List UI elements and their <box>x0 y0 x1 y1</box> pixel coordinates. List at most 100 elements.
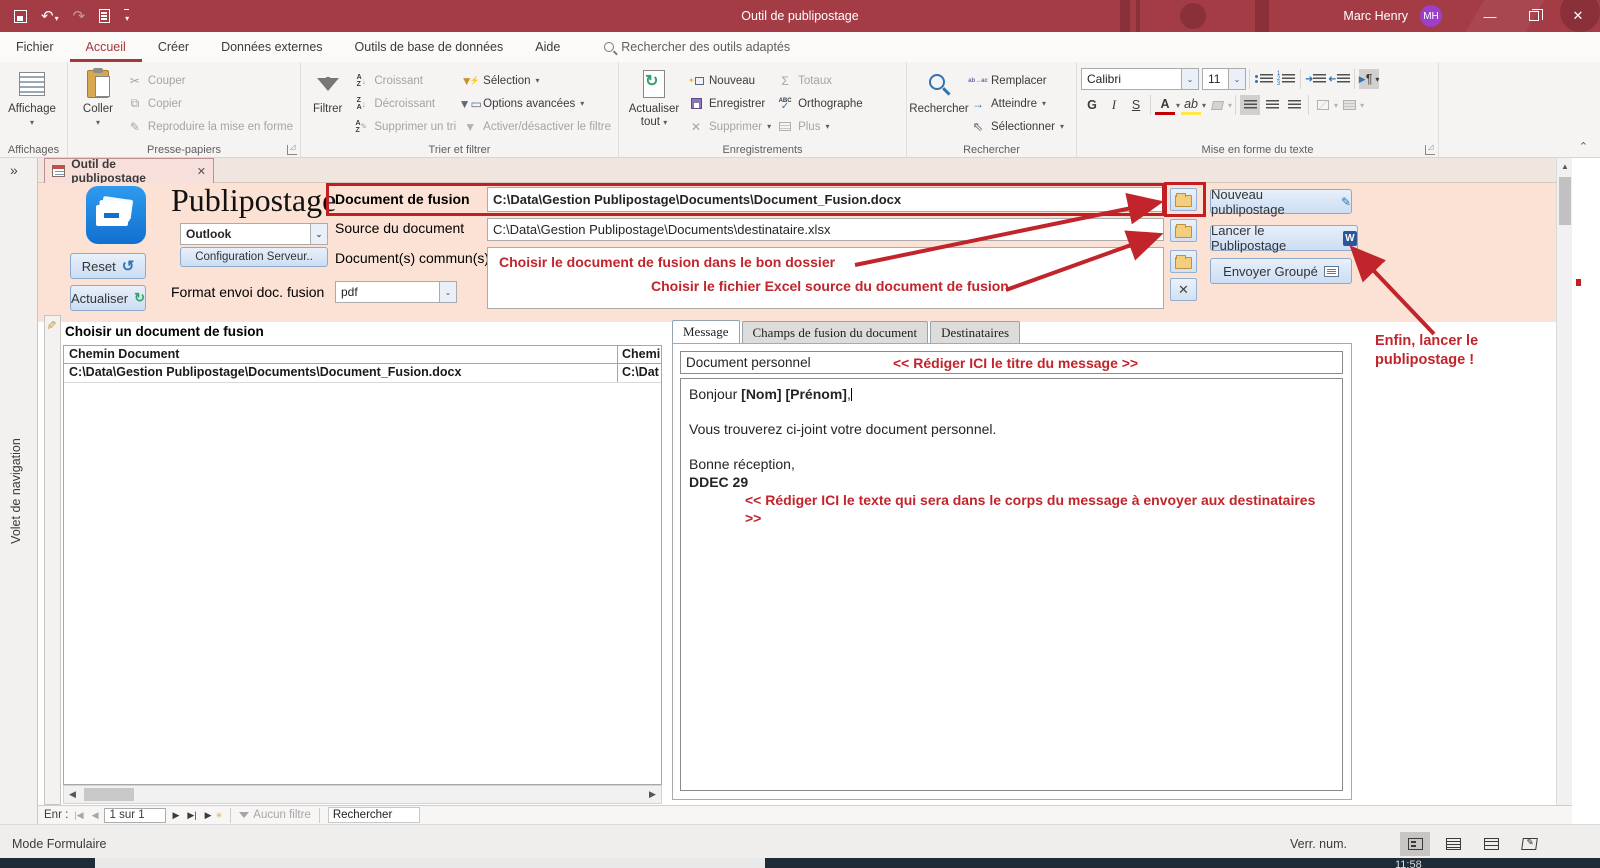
tell-me-search[interactable]: Rechercher des outils adaptés <box>604 40 790 54</box>
layout-view-button[interactable] <box>1476 832 1506 856</box>
selection-button[interactable]: ▼ ⚡ Sélection ▾ <box>459 69 614 92</box>
documents-communs-box[interactable]: Choisir le document de fusion dans le bo… <box>487 247 1164 309</box>
record-position-box[interactable]: 1 sur 1 <box>104 807 167 823</box>
navpane-label[interactable]: Volet de navigation <box>9 438 23 544</box>
increase-indent-button[interactable]: ➜ <box>1305 69 1327 89</box>
tab-outils-bdd[interactable]: Outils de base de données <box>339 32 520 62</box>
nouveau-button[interactable]: ✦ Nouveau <box>685 69 774 92</box>
first-record-icon[interactable]: |◀ <box>72 810 85 821</box>
paragraph-direction-button[interactable]: ▶ ¶ ▾ <box>1358 69 1380 89</box>
tab-creer[interactable]: Créer <box>142 32 205 62</box>
filtrer-button[interactable]: Filtrer <box>305 65 350 116</box>
croissant-button[interactable]: A Z ↓ Croissant <box>350 69 459 92</box>
gridlines-button[interactable] <box>1313 95 1333 115</box>
bold-button[interactable]: G <box>1082 95 1102 115</box>
col-chemin-document[interactable]: Chemin Document <box>64 346 618 363</box>
tab-accueil[interactable]: Accueil <box>69 32 142 62</box>
doc-list-hscrollbar[interactable]: ◀ ▶ <box>63 785 662 804</box>
close-button[interactable]: ✕ <box>1556 0 1600 32</box>
tab-destinataires[interactable]: Destinataires <box>930 321 1021 344</box>
close-form-tab-icon[interactable]: ✕ <box>197 165 206 178</box>
windows-taskbar[interactable]: 11:58 <box>0 858 1600 868</box>
doc-list-row[interactable]: C:\Data\Gestion Publipostage\Documents\D… <box>64 364 661 383</box>
doc-path-cell-clipped[interactable]: C:\Dat <box>618 364 661 382</box>
col-chemin-clipped[interactable]: Chemi <box>618 346 661 363</box>
browse-source-button[interactable] <box>1170 219 1197 242</box>
mise-en-forme-launcher[interactable] <box>1425 143 1435 155</box>
scroll-left-icon[interactable]: ◀ <box>64 789 81 800</box>
fill-color-button[interactable] <box>1207 95 1227 115</box>
undo-button[interactable]: ↶▾ <box>41 9 59 24</box>
remplacer-button[interactable]: ab→ac Remplacer <box>967 69 1067 92</box>
font-size-combo[interactable]: 11 ⌄ <box>1202 68 1246 90</box>
record-search-input[interactable]: Rechercher <box>327 807 420 823</box>
highlight-caret-icon[interactable]: ▾ <box>1202 101 1206 110</box>
avatar[interactable]: MH <box>1420 5 1442 27</box>
activer-filtre-button[interactable]: ▼ Activer/désactiver le filtre <box>459 115 614 138</box>
tab-aide[interactable]: Aide <box>519 32 576 62</box>
design-view-button[interactable] <box>1514 832 1544 856</box>
reset-button[interactable]: Reset ↺ <box>70 253 146 279</box>
tab-champs-fusion[interactable]: Champs de fusion du document <box>741 321 929 344</box>
config-serveur-button[interactable]: Configuration Serveur.. <box>180 247 328 267</box>
font-color-button[interactable]: A <box>1155 95 1175 115</box>
enregistrer-button[interactable]: Enregistrer <box>685 92 774 115</box>
envoyer-groupe-button[interactable]: Envoyer Groupé <box>1210 258 1352 284</box>
copier-button[interactable]: ⧉ Copier <box>124 92 296 115</box>
couper-button[interactable]: ✂ Couper <box>124 69 296 92</box>
provider-combo[interactable]: Outlook ⌄ <box>180 223 328 245</box>
browse-commun-button[interactable] <box>1170 250 1197 273</box>
coller-button[interactable]: Coller ▾ <box>72 65 124 129</box>
highlight-button[interactable]: ab <box>1181 95 1202 115</box>
decroissant-button[interactable]: Z A ↓ Décroissant <box>350 92 459 115</box>
tab-fichier[interactable]: Fichier <box>0 32 70 62</box>
browse-fusion-button[interactable] <box>1170 188 1197 211</box>
bullets-button[interactable] <box>1254 69 1274 89</box>
hscroll-thumb[interactable] <box>84 788 134 801</box>
nouveau-publipostage-button[interactable]: Nouveau publipostage ✎ <box>1210 187 1352 217</box>
vscroll-thumb[interactable] <box>1559 177 1571 225</box>
selectionner-button[interactable]: ⇖ Sélectionner ▾ <box>967 115 1067 138</box>
font-color-caret-icon[interactable]: ▾ <box>1176 101 1180 110</box>
format-combo[interactable]: pdf ⌄ <box>335 281 457 303</box>
supprimer-tri-button[interactable]: A Z ✎ Supprimer un tri <box>350 115 459 138</box>
last-record-icon[interactable]: ▶| <box>185 810 198 821</box>
form-view-button[interactable] <box>1400 832 1430 856</box>
options-avancees-button[interactable]: ▼▭ Options avancées ▾ <box>459 92 614 115</box>
taskbar-open-window[interactable] <box>95 858 765 868</box>
numbering-button[interactable]: 123 <box>1276 69 1296 89</box>
minimize-button[interactable]: — <box>1468 0 1512 32</box>
orthographe-button[interactable]: ABC ✓ Orthographe <box>774 92 866 115</box>
record-selector[interactable]: ✎ <box>44 315 61 805</box>
expand-navpane-icon[interactable]: » <box>10 162 18 178</box>
clear-commun-button[interactable]: ✕ <box>1170 278 1197 301</box>
rechercher-button[interactable]: Rechercher <box>909 65 969 116</box>
doc-list[interactable]: Chemin Document Chemi C:\Data\Gestion Pu… <box>63 345 662 785</box>
presse-papiers-launcher[interactable] <box>287 143 297 155</box>
align-left-button[interactable] <box>1240 95 1261 115</box>
font-name-combo[interactable]: Calibri ⌄ <box>1081 68 1199 90</box>
totaux-button[interactable]: Σ Totaux <box>774 69 866 92</box>
tab-message[interactable]: Message <box>672 320 740 344</box>
fusion-path-input[interactable]: C:\Data\Gestion Publipostage\Documents\D… <box>487 187 1164 212</box>
lancer-publipostage-button[interactable]: Lancer le Publipostage W <box>1210 223 1358 253</box>
subject-input[interactable]: Document personnel << Rédiger ICI le tit… <box>680 351 1343 374</box>
plus-button[interactable]: Plus ▾ <box>774 115 866 138</box>
restore-button[interactable] <box>1512 0 1556 32</box>
source-path-input[interactable]: C:\Data\Gestion Publipostage\Documents\d… <box>487 218 1164 241</box>
form-document-tab[interactable]: Outil de publipostage ✕ <box>44 157 214 185</box>
save-icon[interactable] <box>14 9 27 23</box>
actualiser-tout-button[interactable]: ↻ Actualiser tout ▾ <box>623 65 685 129</box>
new-record-icon[interactable]: ▶ <box>203 810 214 821</box>
italic-button[interactable]: I <box>1104 95 1124 115</box>
scroll-right-icon[interactable]: ▶ <box>644 789 661 800</box>
doc-path-cell[interactable]: C:\Data\Gestion Publipostage\Documents\D… <box>64 364 618 382</box>
previous-record-icon[interactable]: ◀ <box>90 810 101 821</box>
filter-status[interactable]: Aucun filtre <box>239 809 311 821</box>
decrease-indent-button[interactable]: ➜ <box>1328 69 1350 89</box>
atteindre-button[interactable]: → Atteindre ▾ <box>967 92 1067 115</box>
align-right-button[interactable] <box>1284 95 1304 115</box>
next-record-icon[interactable]: ▶ <box>170 810 181 821</box>
user-name[interactable]: Marc Henry <box>1343 9 1408 23</box>
datasheet-view-button[interactable] <box>1438 832 1468 856</box>
